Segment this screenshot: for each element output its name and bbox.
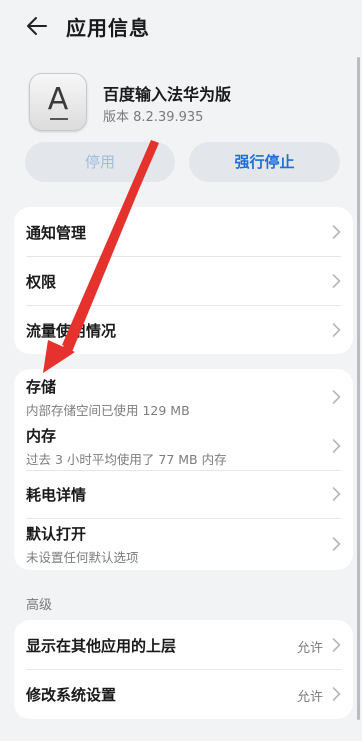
- item-label: 存储: [26, 378, 57, 396]
- item-value: 允许: [296, 641, 323, 656]
- page-title: 应用信息: [66, 16, 150, 40]
- item-label: 修改系统设置: [26, 686, 117, 704]
- item-label: 显示在其他应用的上层: [26, 637, 177, 655]
- modify-system-settings-item[interactable]: 修改系统设置 允许: [14, 669, 353, 719]
- chevron-right-icon: [332, 225, 341, 239]
- storage-item[interactable]: 存储 内部存储空间已使用 129 MB: [14, 369, 353, 419]
- app-name: 百度输入法华为版: [103, 85, 232, 104]
- permissions-item[interactable]: 权限: [14, 256, 353, 305]
- section-header-advanced: 高级: [26, 598, 53, 613]
- app-icon: A: [29, 73, 87, 131]
- settings-card-advanced: 显示在其他应用的上层 允许 修改系统设置 允许: [14, 620, 353, 719]
- chevron-right-icon: [332, 274, 341, 288]
- app-icon-letter: A: [47, 82, 69, 117]
- settings-card-general: 通知管理 权限 流量使用情况: [14, 207, 353, 354]
- arrow-left-icon[interactable]: [24, 13, 50, 39]
- app-version: 版本 8.2.39.935: [103, 110, 204, 125]
- disable-button[interactable]: 停用: [25, 142, 175, 182]
- item-label: 内存: [26, 427, 57, 445]
- chevron-right-icon: [332, 323, 341, 337]
- memory-item[interactable]: 内存 过去 3 小时平均使用了 77 MB 内存: [14, 419, 353, 469]
- item-label: 流量使用情况: [26, 322, 117, 340]
- notification-management-item[interactable]: 通知管理: [14, 207, 353, 256]
- chevron-right-icon: [332, 439, 341, 453]
- item-subtitle: 未设置任何默认选项: [26, 550, 139, 565]
- item-label: 通知管理: [26, 224, 87, 242]
- item-label: 权限: [26, 273, 57, 291]
- chevron-right-icon: [332, 687, 341, 701]
- scrollbar[interactable]: [357, 57, 360, 720]
- battery-usage-item[interactable]: 耗电详情: [14, 470, 353, 518]
- force-stop-button[interactable]: 强行停止: [189, 142, 340, 182]
- chevron-right-icon: [332, 390, 341, 404]
- item-subtitle: 过去 3 小时平均使用了 77 MB 内存: [26, 452, 227, 467]
- item-value: 允许: [296, 690, 323, 705]
- header-bar: 应用信息: [0, 0, 362, 52]
- item-subtitle: 内部存储空间已使用 129 MB: [26, 403, 190, 418]
- item-label: 默认打开: [26, 525, 87, 543]
- chevron-right-icon: [332, 487, 341, 501]
- item-label: 耗电详情: [26, 486, 87, 504]
- settings-card-resources: 存储 内部存储空间已使用 129 MB 内存 过去 3 小时平均使用了 77 M…: [14, 369, 353, 570]
- open-by-default-item[interactable]: 默认打开 未设置任何默认选项: [14, 518, 353, 570]
- chevron-right-icon: [332, 638, 341, 652]
- app-icon-underline: [50, 118, 68, 120]
- chevron-right-icon: [332, 537, 341, 551]
- data-usage-item[interactable]: 流量使用情况: [14, 305, 353, 354]
- display-over-other-apps-item[interactable]: 显示在其他应用的上层 允许: [14, 620, 353, 669]
